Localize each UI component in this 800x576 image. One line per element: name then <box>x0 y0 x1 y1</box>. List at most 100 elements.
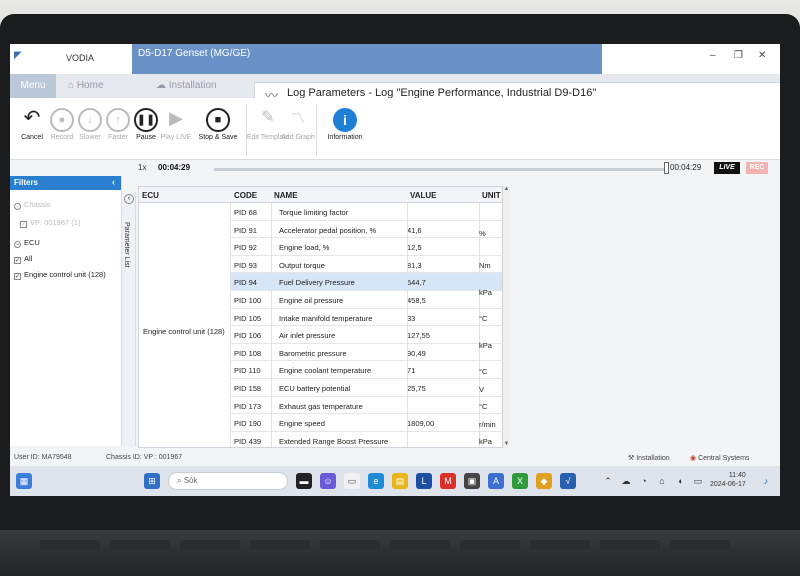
tray-network-icon[interactable]: ⌂ <box>654 473 670 489</box>
maximize-icon[interactable]: ❐ <box>734 50 743 61</box>
tray-chevron-icon[interactable]: ⌃ <box>600 473 616 489</box>
app-name: VODIA <box>66 53 95 63</box>
table-row[interactable]: PID 173 Exhaust gas temperature <box>231 397 509 415</box>
installation-status[interactable]: ⚒ Installation <box>628 454 670 462</box>
add-graph-button[interactable]: 〽 Add Graph <box>276 102 320 158</box>
filter-vin[interactable]: ✓ VP: 001967 (1) <box>20 218 80 228</box>
chevron-left-icon[interactable]: ‹ <box>124 194 134 204</box>
information-button[interactable]: i Information <box>320 102 370 158</box>
table-row[interactable]: PID 190 Engine speed 1809,00 <box>231 414 509 432</box>
collapse-toggle-icon: − <box>14 203 21 210</box>
cell-name: Extended Range Boost Pressure <box>279 436 389 446</box>
scroll-up-icon[interactable]: ▲ <box>503 186 510 193</box>
taskbar-search-label: Sök <box>183 476 198 485</box>
close-icon[interactable]: ✕ <box>758 50 766 61</box>
checkbox-icon: ✓ <box>20 221 27 228</box>
cell-code: PID 173 <box>234 401 262 411</box>
file-explorer-icon[interactable]: ▭ <box>344 473 360 489</box>
cell-name: Fuel Delivery Pressure <box>279 278 355 288</box>
table-row[interactable]: PID 93 Output torque 81,3 <box>231 256 509 274</box>
parameter-list-label: Parameter List <box>123 222 130 268</box>
table-row[interactable]: PID 91 Accelerator pedal position, % 41,6 <box>231 221 509 239</box>
table-row[interactable]: PID 158 ECU battery potential 25,75 <box>231 379 509 397</box>
widgets-icon[interactable]: ▦ <box>16 473 32 489</box>
nav-bar: Menu ⌂ Home ☁ Installation 〰 Log Paramet… <box>10 74 780 104</box>
home-icon: ⌂ <box>68 80 75 91</box>
scroll-down-icon[interactable]: ▼ <box>503 441 510 448</box>
installation-tab[interactable]: ☁ Installation <box>156 74 217 98</box>
app-m-icon[interactable]: M <box>440 473 456 489</box>
home-tab[interactable]: ⌂ Home <box>68 74 104 98</box>
col-header-code[interactable]: CODE <box>231 187 271 203</box>
cell-code: PID 93 <box>234 260 257 270</box>
task-view-icon[interactable]: ▬ <box>296 473 312 489</box>
table-row-selected[interactable]: PID 94 Fuel Delivery Pressure 544,7 <box>231 273 509 291</box>
title-bar: ◤ VODIA D5-D17 Genset (MG/GE) – ❐ ✕ <box>10 44 780 74</box>
play-live-button[interactable]: ▶ Play LIVE <box>154 102 198 158</box>
cell-code: PID 158 <box>234 384 262 393</box>
filter-ecu[interactable]: − ECU <box>14 238 40 248</box>
central-systems-status[interactable]: ◉ Central Systems <box>690 454 749 462</box>
cell-name: Engine oil pressure <box>279 296 344 305</box>
cell-code: PID 106 <box>234 331 262 341</box>
status-bar: User ID: MA79548 Chassis ID: VP : 001967… <box>10 450 780 466</box>
toolbar: ↶ Cancel ● Record ↓ Slower ↑ Faster ❚❚ P… <box>10 98 780 160</box>
stop-save-button[interactable]: ■ Stop & Save <box>194 102 242 158</box>
battery-icon[interactable]: ▭ <box>690 473 706 489</box>
start-icon[interactable]: ⊞ <box>144 473 160 489</box>
timeline-thumb[interactable] <box>664 162 669 174</box>
excel-icon[interactable]: X <box>512 473 528 489</box>
cell-name: Engine coolant temperature <box>279 366 372 376</box>
col-header-value[interactable]: VALUE <box>407 187 479 203</box>
cell-value: 81,3 <box>407 260 422 270</box>
cell-name: Engine speed <box>279 419 325 429</box>
folder-icon[interactable]: ▤ <box>392 473 408 489</box>
app-shield-icon[interactable]: ◆ <box>536 473 552 489</box>
table-row[interactable]: PID 439 Extended Range Boost Pressure <box>231 432 509 447</box>
screen: ◤ VODIA D5-D17 Genset (MG/GE) – ❐ ✕ Menu… <box>10 44 780 496</box>
cell-code: PID 190 <box>234 419 262 429</box>
table-row[interactable]: PID 110 Engine coolant temperature 71 <box>231 361 509 379</box>
chassis-id: Chassis ID: VP : 001967 <box>106 454 183 461</box>
volume-icon[interactable]: ◖ <box>672 473 688 489</box>
filter-chassis[interactable]: − Chassis <box>14 200 51 210</box>
table-row[interactable]: PID 92 Engine load, % 12,5 <box>231 238 509 256</box>
filter-all[interactable]: ✓ All <box>14 254 32 264</box>
table-row[interactable]: PID 105 Intake manifold temperature 33 <box>231 309 509 327</box>
table-row[interactable]: PID 68 Torque limiting factor <box>231 203 509 221</box>
timeline-track[interactable] <box>214 168 664 171</box>
col-header-ecu[interactable]: ECU <box>139 187 231 203</box>
vodia-taskbar-icon[interactable]: √ <box>560 473 576 489</box>
tray-app-icon[interactable]: ◔ <box>636 473 652 489</box>
menu-button[interactable]: Menu <box>10 74 56 98</box>
col-header-name[interactable]: NAME <box>271 187 407 203</box>
parameter-list-tab[interactable]: ‹ Parameter List <box>122 192 136 446</box>
taskbar-clock[interactable]: 11:40 2024-06-17 <box>710 471 746 489</box>
table-row[interactable]: PID 100 Engine oil pressure 458,5 <box>231 291 509 309</box>
teams-icon[interactable]: ☺ <box>320 473 336 489</box>
current-time: 00:04:29 <box>158 163 191 172</box>
collapse-icon[interactable]: ‹ <box>112 177 115 187</box>
unit-label: r/min <box>479 420 496 429</box>
notification-bell-icon[interactable]: ♪ <box>758 473 774 489</box>
stop-save-label: Stop & Save <box>198 134 238 141</box>
filter-engine-unit[interactable]: ✓ Engine control unit (128) <box>14 270 106 280</box>
cell-name: ECU battery potential <box>279 384 351 393</box>
taskbar-search[interactable]: ⌕ Sök <box>168 472 288 490</box>
unit-label: V <box>479 385 485 394</box>
table-row[interactable]: PID 106 Air inlet pressure 127,55 <box>231 326 509 344</box>
filter-chassis-label: Chassis <box>24 200 51 209</box>
app-a-icon[interactable]: A <box>488 473 504 489</box>
table-row[interactable]: PID 108 Barometric pressure 90,49 <box>231 344 509 362</box>
tray-cloud-icon[interactable]: ☁ <box>618 473 634 489</box>
app-tile-icon[interactable]: ▣ <box>464 473 480 489</box>
cell-name: Air inlet pressure <box>279 331 336 341</box>
minimize-icon[interactable]: – <box>710 50 716 61</box>
app-l-icon[interactable]: L <box>416 473 432 489</box>
table-scrollbar[interactable]: ▲ ▼ <box>502 186 510 448</box>
cell-name: Torque limiting factor <box>279 208 349 217</box>
unit-label: Nm <box>479 261 491 270</box>
edge-icon[interactable]: e <box>368 473 384 489</box>
checkbox-icon: ✓ <box>14 273 21 280</box>
stop-icon: ■ <box>206 108 230 132</box>
